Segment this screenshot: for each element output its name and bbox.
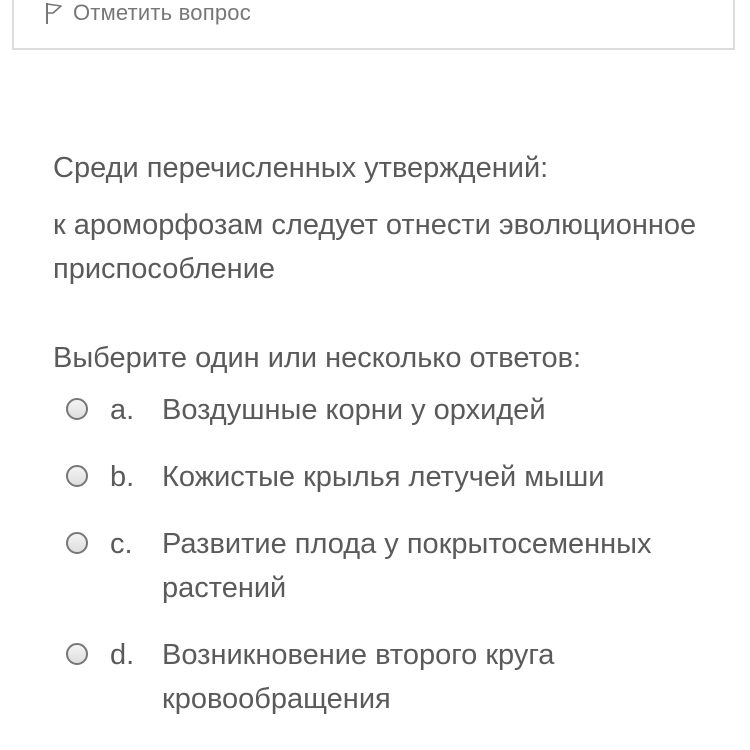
question-line-2: к ароморфозам следует отнести эволюционн… xyxy=(53,209,713,285)
answer-c-letter: c. xyxy=(110,528,133,560)
flag-question-label: Отметить вопрос xyxy=(73,0,251,25)
answer-d-radio[interactable] xyxy=(66,643,88,665)
answer-option-a[interactable]: a. Воздушные корни у орхидей xyxy=(66,388,736,432)
flag-question-panel: Отметить вопрос xyxy=(12,0,735,50)
flag-icon xyxy=(44,1,64,25)
answer-list: a. Воздушные корни у орхидей b. Кожистые… xyxy=(66,388,736,721)
question-text: Среди перечисленных утверждений: к аромо… xyxy=(53,148,733,291)
answer-d-letter: d. xyxy=(110,639,135,671)
flag-question-link[interactable]: Отметить вопрос xyxy=(44,0,251,26)
answer-a-radio[interactable] xyxy=(66,398,88,420)
answer-option-c[interactable]: c. Развитие плода у покрытосеменных раст… xyxy=(66,522,736,610)
answer-option-d[interactable]: d. Возникновение второго круга кровообра… xyxy=(66,633,736,721)
answer-c-radio[interactable] xyxy=(66,532,88,554)
answer-c-text: Развитие плода у покрытосеменных растени… xyxy=(162,528,652,604)
answer-a-letter: a. xyxy=(110,394,135,426)
answer-prompt: Выберите один или несколько ответов: xyxy=(53,342,582,374)
question-line-1: Среди перечисленных утверждений: xyxy=(53,152,549,184)
answer-d-text: Возникновение второго круга кровообращен… xyxy=(162,639,555,715)
answer-option-b[interactable]: b. Кожистые крылья летучей мыши xyxy=(66,455,736,499)
answer-b-letter: b. xyxy=(110,461,135,493)
answer-b-radio[interactable] xyxy=(66,465,88,487)
answer-b-text: Кожистые крылья летучей мыши xyxy=(162,461,605,493)
answer-a-text: Воздушные корни у орхидей xyxy=(162,394,546,426)
